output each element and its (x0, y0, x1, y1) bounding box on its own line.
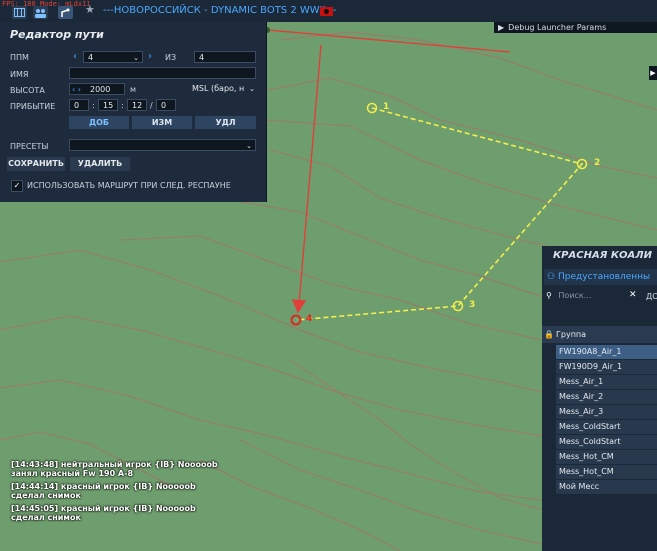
group-row[interactable]: FW190A8_Air_1 (556, 345, 657, 359)
debug-launcher-button[interactable]: ▶ Debug Launcher Params (494, 22, 657, 33)
delete-waypoint-button[interactable]: УДЛ (195, 116, 256, 129)
chevron-down-icon: ⌄ (133, 54, 139, 62)
coalition-flag-icon (320, 7, 333, 16)
of-total-field: 4 (194, 51, 256, 63)
search-placeholder: Поиск... (558, 291, 592, 300)
waypoint-1-label: 1 (383, 102, 390, 112)
waypoint-2-label: 2 (594, 158, 601, 168)
arrival-day-input[interactable]: 0 (156, 99, 176, 111)
time-separator: / (150, 101, 153, 110)
route-editor-title: Редактор пути (10, 28, 104, 41)
waypoint-3-label: 3 (469, 300, 476, 310)
chevron-down-icon: ⌄ (249, 85, 255, 93)
group-row[interactable]: Mess_Air_2 (556, 390, 657, 404)
altitude-stepper-icon[interactable]: ‹ › (72, 85, 81, 94)
altitude-unit: м (130, 85, 137, 94)
group-row[interactable]: Мой Месс (556, 480, 657, 494)
group-row[interactable]: Mess_Hot_CM (556, 450, 657, 464)
chat-message: [14:43:48] нейтральный игрок {IB} Nooooo… (11, 460, 218, 478)
group-row[interactable]: Mess_ColdStart (556, 420, 657, 434)
delete-route-button[interactable]: УДАЛИТЬ (70, 157, 130, 171)
group-icon[interactable] (33, 6, 48, 19)
presets-label: ПРЕСЕТЫ (10, 142, 49, 151)
group-row[interactable]: FW190D9_Air_1 (556, 360, 657, 374)
chevron-down-icon: ⌄ (246, 142, 252, 150)
expand-arrow-icon[interactable]: ▶ (649, 66, 657, 80)
time-separator: : (92, 101, 95, 110)
altitude-value: 2000 (90, 85, 111, 94)
altitude-mode-value: MSL (баро, н (192, 84, 245, 93)
presets-select[interactable]: ⌄ (69, 139, 256, 151)
of-label: ИЗ (165, 53, 177, 62)
use-route-checkbox[interactable]: ✓ (11, 180, 23, 192)
top-bar: FPS: 180 Mode: mLdx11 ★ ---НОВОРОССИЙСК … (0, 0, 657, 22)
arrival-seconds-input[interactable]: 12 (127, 99, 147, 111)
group-icon: ⚇ (546, 272, 556, 282)
chat-message: [14:44:14] красный игрок {IB} Nooooob сд… (11, 482, 196, 500)
group-row[interactable]: Mess_Air_3 (556, 405, 657, 419)
group-row[interactable]: Mess_Air_1 (556, 375, 657, 389)
add-waypoint-button[interactable]: ДОБ (69, 116, 129, 129)
extra-tab[interactable]: ДО (646, 292, 657, 301)
debug-launcher-label: Debug Launcher Params (508, 23, 607, 32)
prev-waypoint-icon[interactable]: ‹ (73, 51, 77, 63)
mission-title: ---НОВОРОССИЙСК - DYNAMIC BOTS 2 WWII--- (103, 5, 337, 16)
preset-tab-label: Предустановленны (558, 272, 651, 282)
name-input[interactable] (69, 67, 256, 79)
arrival-minutes-input[interactable]: 15 (98, 99, 118, 111)
altitude-label: ВЫСОТА (10, 86, 45, 95)
star-icon[interactable]: ★ (85, 3, 95, 16)
altitude-input[interactable]: ‹ › 2000 (69, 83, 125, 95)
close-icon[interactable]: ✕ (629, 290, 637, 300)
next-waypoint-icon[interactable]: › (148, 51, 152, 63)
time-separator: : (121, 101, 124, 110)
altitude-mode-select[interactable]: MSL (баро, н ⌄ (188, 83, 256, 95)
save-route-button[interactable]: СОХРАНИТЬ (7, 157, 65, 171)
preset-tab[interactable]: ⚇ Предустановленны (544, 269, 657, 285)
ppm-value: 4 (88, 53, 94, 62)
waypoint-4-label: 4 (306, 314, 313, 324)
use-route-label: ИСПОЛЬЗОВАТЬ МАРШРУТ ПРИ СЛЕД. РЕСПАУНЕ (27, 181, 231, 190)
coalition-panel: КРАСНАЯ КОАЛИ ⚇ Предустановленны ⚲ Поиск.… (542, 246, 657, 551)
lock-icon: 🔒 (544, 330, 554, 339)
arrival-hours-input[interactable]: 0 (69, 99, 89, 111)
route-editor-panel: Редактор пути ППМ ‹ 4 ⌄ › ИЗ 4 ИМЯ ВЫСОТ… (0, 22, 267, 202)
group-row[interactable]: Mess_Hot_CM (556, 465, 657, 479)
map-icon[interactable] (12, 6, 27, 19)
search-icon: ⚲ (546, 291, 552, 300)
ppm-label: ППМ (10, 53, 29, 62)
route-icon[interactable] (58, 6, 73, 19)
chat-message: [14:45:05] красный игрок {IB} Nooooob сд… (11, 504, 196, 522)
name-label: ИМЯ (10, 70, 29, 79)
play-icon: ▶ (498, 23, 505, 32)
coalition-title: КРАСНАЯ КОАЛИ (553, 250, 652, 261)
ppm-select[interactable]: 4 ⌄ (83, 51, 143, 63)
group-column-header[interactable]: 🔒 Группа (542, 326, 657, 343)
arrival-label: ПРИБЫТИЕ (10, 102, 56, 111)
group-row[interactable]: Mess_ColdStart (556, 435, 657, 449)
edit-waypoint-button[interactable]: ИЗМ (132, 116, 192, 129)
group-column-label: Группа (556, 330, 587, 339)
chat-log: [14:43:48] нейтральный игрок {IB} Nooooo… (11, 460, 231, 526)
